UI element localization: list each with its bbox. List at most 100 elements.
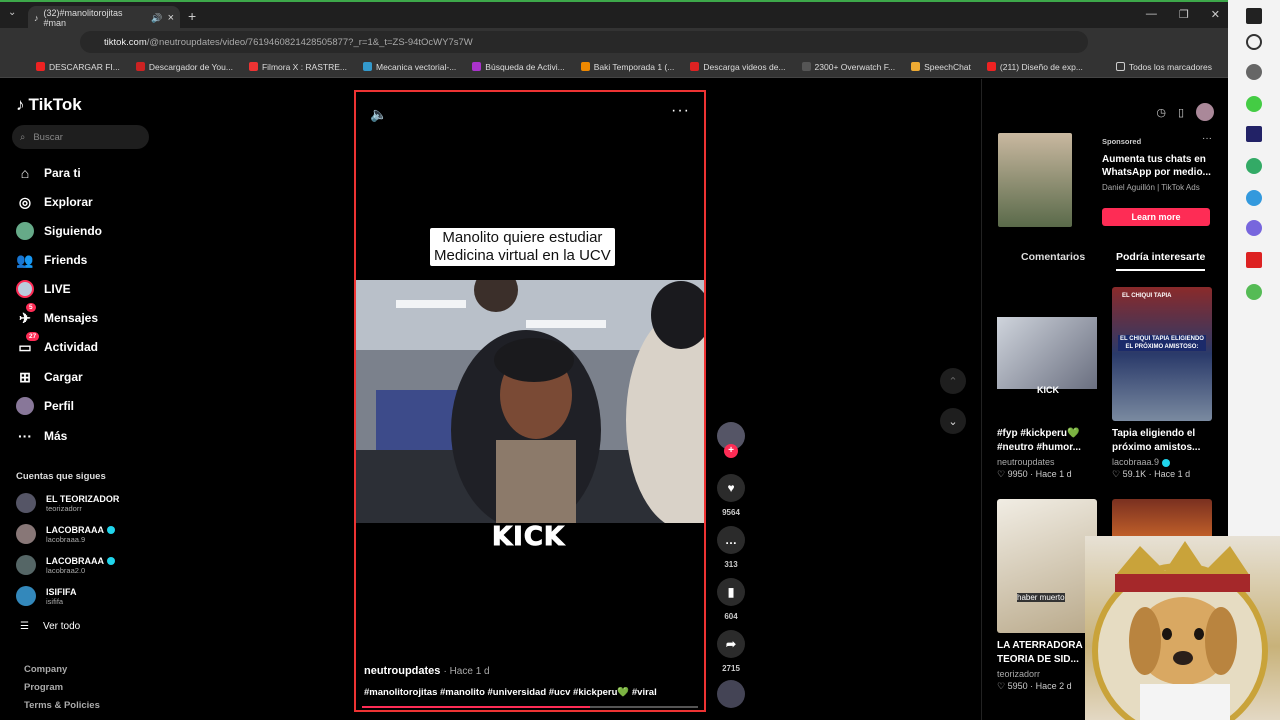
video-author[interactable]: neutroupdates · Hace 1 d — [364, 665, 490, 677]
frog-extension-icon[interactable] — [1246, 284, 1262, 300]
sponsored-label: Sponsored — [1102, 137, 1142, 146]
tiktok-logo[interactable]: ♪ TikTok — [16, 95, 82, 115]
search-icon[interactable] — [1246, 34, 1262, 50]
tab-list-icon[interactable]: ⌄ — [8, 7, 16, 18]
ad-more-icon[interactable]: ··· — [1202, 133, 1212, 144]
tab-comentarios[interactable]: Comentarios — [1021, 251, 1085, 263]
followed-account[interactable]: LACOBRAAA lacobraaa.9 — [16, 524, 115, 544]
video-thumbnail[interactable]: haber muerto — [997, 499, 1097, 633]
followed-account[interactable]: EL TEORIZADOR teorizadorr — [16, 493, 119, 513]
bookmark-item[interactable]: 2300+ Overwatch F... — [794, 62, 904, 72]
footer-link-program[interactable]: Program — [24, 682, 63, 693]
url-field[interactable]: tiktok.com/@neutroupdates/video/76194608… — [80, 31, 1088, 53]
save-button[interactable]: ▮ 604 — [716, 578, 746, 621]
video-scene — [356, 280, 704, 523]
cloud-extension-icon[interactable] — [1246, 96, 1262, 112]
nav-para-ti[interactable]: ⌂ Para ti — [16, 164, 81, 182]
minimize-icon[interactable]: — — [1146, 8, 1157, 21]
windows-icon[interactable] — [1246, 8, 1262, 24]
sponsored-ad[interactable]: Sponsored ··· Aumenta tus chats en Whats… — [998, 133, 1228, 227]
video-thumbnail[interactable] — [1112, 499, 1212, 539]
list-icon: ☰ — [20, 621, 29, 632]
pdf-icon[interactable] — [1246, 252, 1262, 268]
sound-avatar-button[interactable] — [716, 680, 746, 714]
nav-friends[interactable]: 👥 Friends — [16, 251, 87, 269]
comment-button[interactable]: … 313 — [716, 526, 746, 569]
video-thumbnail[interactable]: KICK — [997, 287, 1097, 421]
previous-video-icon[interactable]: ⌃ — [940, 368, 966, 394]
comment-count: 313 — [724, 560, 738, 569]
home-icon: ⌂ — [20, 165, 30, 181]
footer-link-terms[interactable]: Terms & Policies — [24, 700, 100, 711]
bookmark-item[interactable]: Búsqueda de Activi... — [464, 62, 572, 72]
coins-icon[interactable]: ◷ — [1156, 106, 1166, 119]
dog-in-crown-image — [1092, 541, 1268, 720]
followed-account[interactable]: ISIFIFA isififa — [16, 586, 77, 606]
video-progress-bar[interactable] — [362, 706, 698, 708]
bookmark-item[interactable]: (211) Diseño de exp... — [979, 62, 1091, 72]
video-posted-time: · Hace 1 d — [443, 666, 490, 677]
picture-in-picture-overlay[interactable]: ✕ — [1085, 536, 1280, 720]
recommended-video-card[interactable]: KICK #fyp #kickperu💚 #neutro #humor... n… — [997, 287, 1101, 480]
bookmark-item[interactable]: SpeechChat — [903, 62, 979, 72]
author-avatar-button[interactable]: + — [716, 422, 746, 458]
nav-explorar[interactable]: ◎ Explorar — [16, 193, 93, 211]
url-host: tiktok.com — [104, 36, 147, 48]
ad-thumbnail[interactable] — [998, 133, 1072, 227]
nav-mensajes[interactable]: ✈ 5 Mensajes — [16, 303, 98, 327]
close-window-icon[interactable]: ✕ — [1211, 8, 1220, 21]
bookmark-item[interactable]: Filmora X : RASTRE... — [241, 62, 355, 72]
chrome-alt-icon[interactable] — [1246, 190, 1262, 206]
nav-siguiendo[interactable]: Siguiendo — [16, 222, 102, 240]
video-player[interactable]: 🔈 ··· Manolito quiere estudiar Medicina … — [354, 90, 706, 712]
new-tab-button[interactable]: + — [188, 8, 196, 24]
volume-icon[interactable]: 🔈 — [370, 106, 387, 123]
recommended-video-card[interactable]: EL CHIQUI TAPIA EL CHIQUI TAPIA ELIGIEND… — [1112, 287, 1216, 480]
nav-mas[interactable]: ··· Más — [16, 427, 67, 445]
browser-tab[interactable]: ♪ (32)#manolitorojitas #man 🔊 × — [28, 6, 180, 30]
footer-link-company[interactable]: Company — [24, 664, 67, 675]
like-button[interactable]: ♥ 9564 — [716, 474, 746, 517]
bookmark-item[interactable]: Descarga videos de... — [682, 62, 793, 72]
all-bookmarks-folder[interactable]: Todos los marcadores — [1108, 62, 1220, 72]
video-hashtags[interactable]: #manolitorojitas #manolito #universidad … — [364, 687, 657, 698]
see-all-button[interactable]: ☰ Ver todo — [20, 621, 80, 632]
learn-more-button[interactable]: Learn more — [1102, 208, 1210, 226]
bookmark-item[interactable]: Mecanica vectorial-... — [355, 62, 464, 72]
recommended-video-card[interactable] — [1112, 499, 1216, 539]
nav-cargar[interactable]: ⊞ Cargar — [16, 368, 83, 386]
tab-title: (32)#manolitorojitas #man — [43, 8, 123, 28]
video-thumbnail[interactable]: EL CHIQUI TAPIA EL CHIQUI TAPIA ELIGIEND… — [1112, 287, 1212, 421]
friends-icon: 👥 — [16, 251, 34, 268]
video-frame[interactable] — [356, 280, 704, 523]
url-path: /@neutroupdates/video/761946082142850587… — [146, 36, 473, 48]
like-count: 9564 — [722, 508, 740, 517]
gear-icon[interactable] — [1246, 64, 1262, 80]
tab-podria-interesarte[interactable]: Podría interesarte — [1116, 251, 1206, 271]
follow-plus-icon[interactable]: + — [724, 444, 738, 458]
bookmark-item[interactable]: DESCARGAR FI... — [28, 62, 128, 72]
nav-actividad[interactable]: ▭ 27 Actividad — [16, 332, 98, 356]
followed-account[interactable]: LACOBRAAA lacobraa2.0 — [16, 555, 115, 575]
upload-icon: ⊞ — [19, 368, 31, 385]
close-tab-icon[interactable]: × — [168, 12, 174, 24]
tiktok-sidebar: ♪ TikTok ⌕ Buscar ⌂ Para ti ◎ Explorar Sigui… — [0, 79, 160, 720]
ad-advertiser: Daniel Aguillón | TikTok Ads — [1102, 183, 1200, 192]
bookmark-item[interactable]: Baki Temporada 1 (... — [573, 62, 683, 72]
search-input[interactable]: ⌕ Buscar — [12, 125, 149, 149]
ad-title: Aumenta tus chats en WhatsApp por medio.… — [1102, 154, 1211, 178]
chrome-icon[interactable] — [1246, 158, 1262, 174]
share-button[interactable]: ➦ 2715 — [716, 630, 746, 673]
nav-live[interactable]: LIVE — [16, 280, 71, 298]
restore-icon[interactable]: ❐ — [1179, 8, 1189, 21]
audio-icon[interactable]: 🔊 — [151, 13, 162, 24]
u-extension-icon[interactable] — [1246, 126, 1262, 142]
device-icon[interactable]: ▯ — [1178, 106, 1184, 119]
user-avatar[interactable] — [1196, 103, 1214, 121]
discord-icon[interactable] — [1246, 220, 1262, 236]
nav-perfil[interactable]: Perfil — [16, 397, 74, 415]
bookmark-item[interactable]: Descargador de You... — [128, 62, 241, 72]
more-options-icon[interactable]: ··· — [671, 102, 690, 120]
next-video-icon[interactable]: ⌄ — [940, 408, 966, 434]
music-disc-icon — [717, 680, 745, 708]
